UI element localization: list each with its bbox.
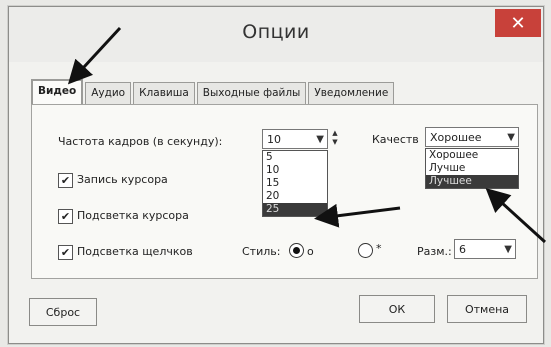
quality-dropdown-list: Хорошее Лучше Лучшее xyxy=(425,148,519,189)
quality-combobox[interactable]: Хорошее ▼ xyxy=(425,127,519,147)
ok-button[interactable]: ОК xyxy=(359,295,435,323)
tab-output-files[interactable]: Выходные файлы xyxy=(196,82,307,104)
highlight-cursor-checkbox[interactable]: ✔ xyxy=(58,209,73,224)
quality-option[interactable]: Хорошее xyxy=(426,149,518,162)
fps-value: 10 xyxy=(267,133,281,146)
fps-option[interactable]: 10 xyxy=(263,164,327,177)
tab-audio[interactable]: Аудио xyxy=(85,82,132,104)
chevron-down-icon[interactable]: ▼ xyxy=(316,130,324,150)
quality-option[interactable]: Лучше xyxy=(426,162,518,175)
fps-dropdown-list: 5 10 15 20 25 xyxy=(262,150,328,217)
style-option1-symbol: o xyxy=(307,245,314,258)
checkmark-icon: ✔ xyxy=(60,246,71,259)
options-dialog: Опции ✕ Видео Аудио Клавиша Выходные фай… xyxy=(8,6,544,344)
cancel-button[interactable]: Отмена xyxy=(447,295,527,323)
style-radio-circle[interactable] xyxy=(289,243,304,258)
size-combobox[interactable]: 6 ▼ xyxy=(454,239,516,259)
style-radio-star[interactable] xyxy=(358,243,373,258)
fps-option[interactable]: 15 xyxy=(263,177,327,190)
fps-option[interactable]: 5 xyxy=(263,151,327,164)
fps-option-selected[interactable]: 25 xyxy=(263,203,327,216)
fps-option[interactable]: 20 xyxy=(263,190,327,203)
chevron-down-icon[interactable]: ▼ xyxy=(504,240,512,260)
style-option2-symbol: * xyxy=(376,242,382,255)
fps-label: Частота кадров (в секунду): xyxy=(58,135,223,148)
size-label: Разм.: xyxy=(417,245,452,258)
size-value: 6 xyxy=(459,243,466,256)
dialog-title: Опции xyxy=(242,21,310,43)
highlight-cursor-label: Подсветка курсора xyxy=(77,209,189,222)
spinner-arrows-icon[interactable]: ▲ ▼ xyxy=(330,129,340,149)
fps-combobox[interactable]: 10 ▼ xyxy=(262,129,328,149)
close-icon: ✕ xyxy=(510,12,526,34)
checkmark-icon: ✔ xyxy=(60,174,71,187)
video-settings-panel: Частота кадров (в секунду): 10 ▼ ▲ ▼ 5 10… xyxy=(31,104,538,279)
tab-hotkeys[interactable]: Клавиша xyxy=(133,82,195,104)
tab-notifications[interactable]: Уведомление xyxy=(308,82,395,104)
chevron-down-icon[interactable]: ▼ xyxy=(507,128,515,148)
reset-button[interactable]: Сброс xyxy=(29,298,97,326)
quality-option-selected[interactable]: Лучшее xyxy=(426,175,518,188)
close-button[interactable]: ✕ xyxy=(495,9,541,37)
highlight-clicks-checkbox[interactable]: ✔ xyxy=(58,245,73,260)
title-bar: Опции ✕ xyxy=(9,7,543,62)
style-label: Стиль: xyxy=(242,245,281,258)
record-cursor-label: Запись курсора xyxy=(77,173,168,186)
tab-bar: Видео Аудио Клавиша Выходные файлы Уведо… xyxy=(31,79,396,104)
checkmark-icon: ✔ xyxy=(60,210,71,223)
record-cursor-checkbox[interactable]: ✔ xyxy=(58,173,73,188)
quality-value: Хорошее xyxy=(430,131,482,144)
quality-label: Качеств xyxy=(372,133,419,146)
highlight-clicks-label: Подсветка щелчков xyxy=(77,245,193,258)
tab-video[interactable]: Видео xyxy=(31,79,84,104)
